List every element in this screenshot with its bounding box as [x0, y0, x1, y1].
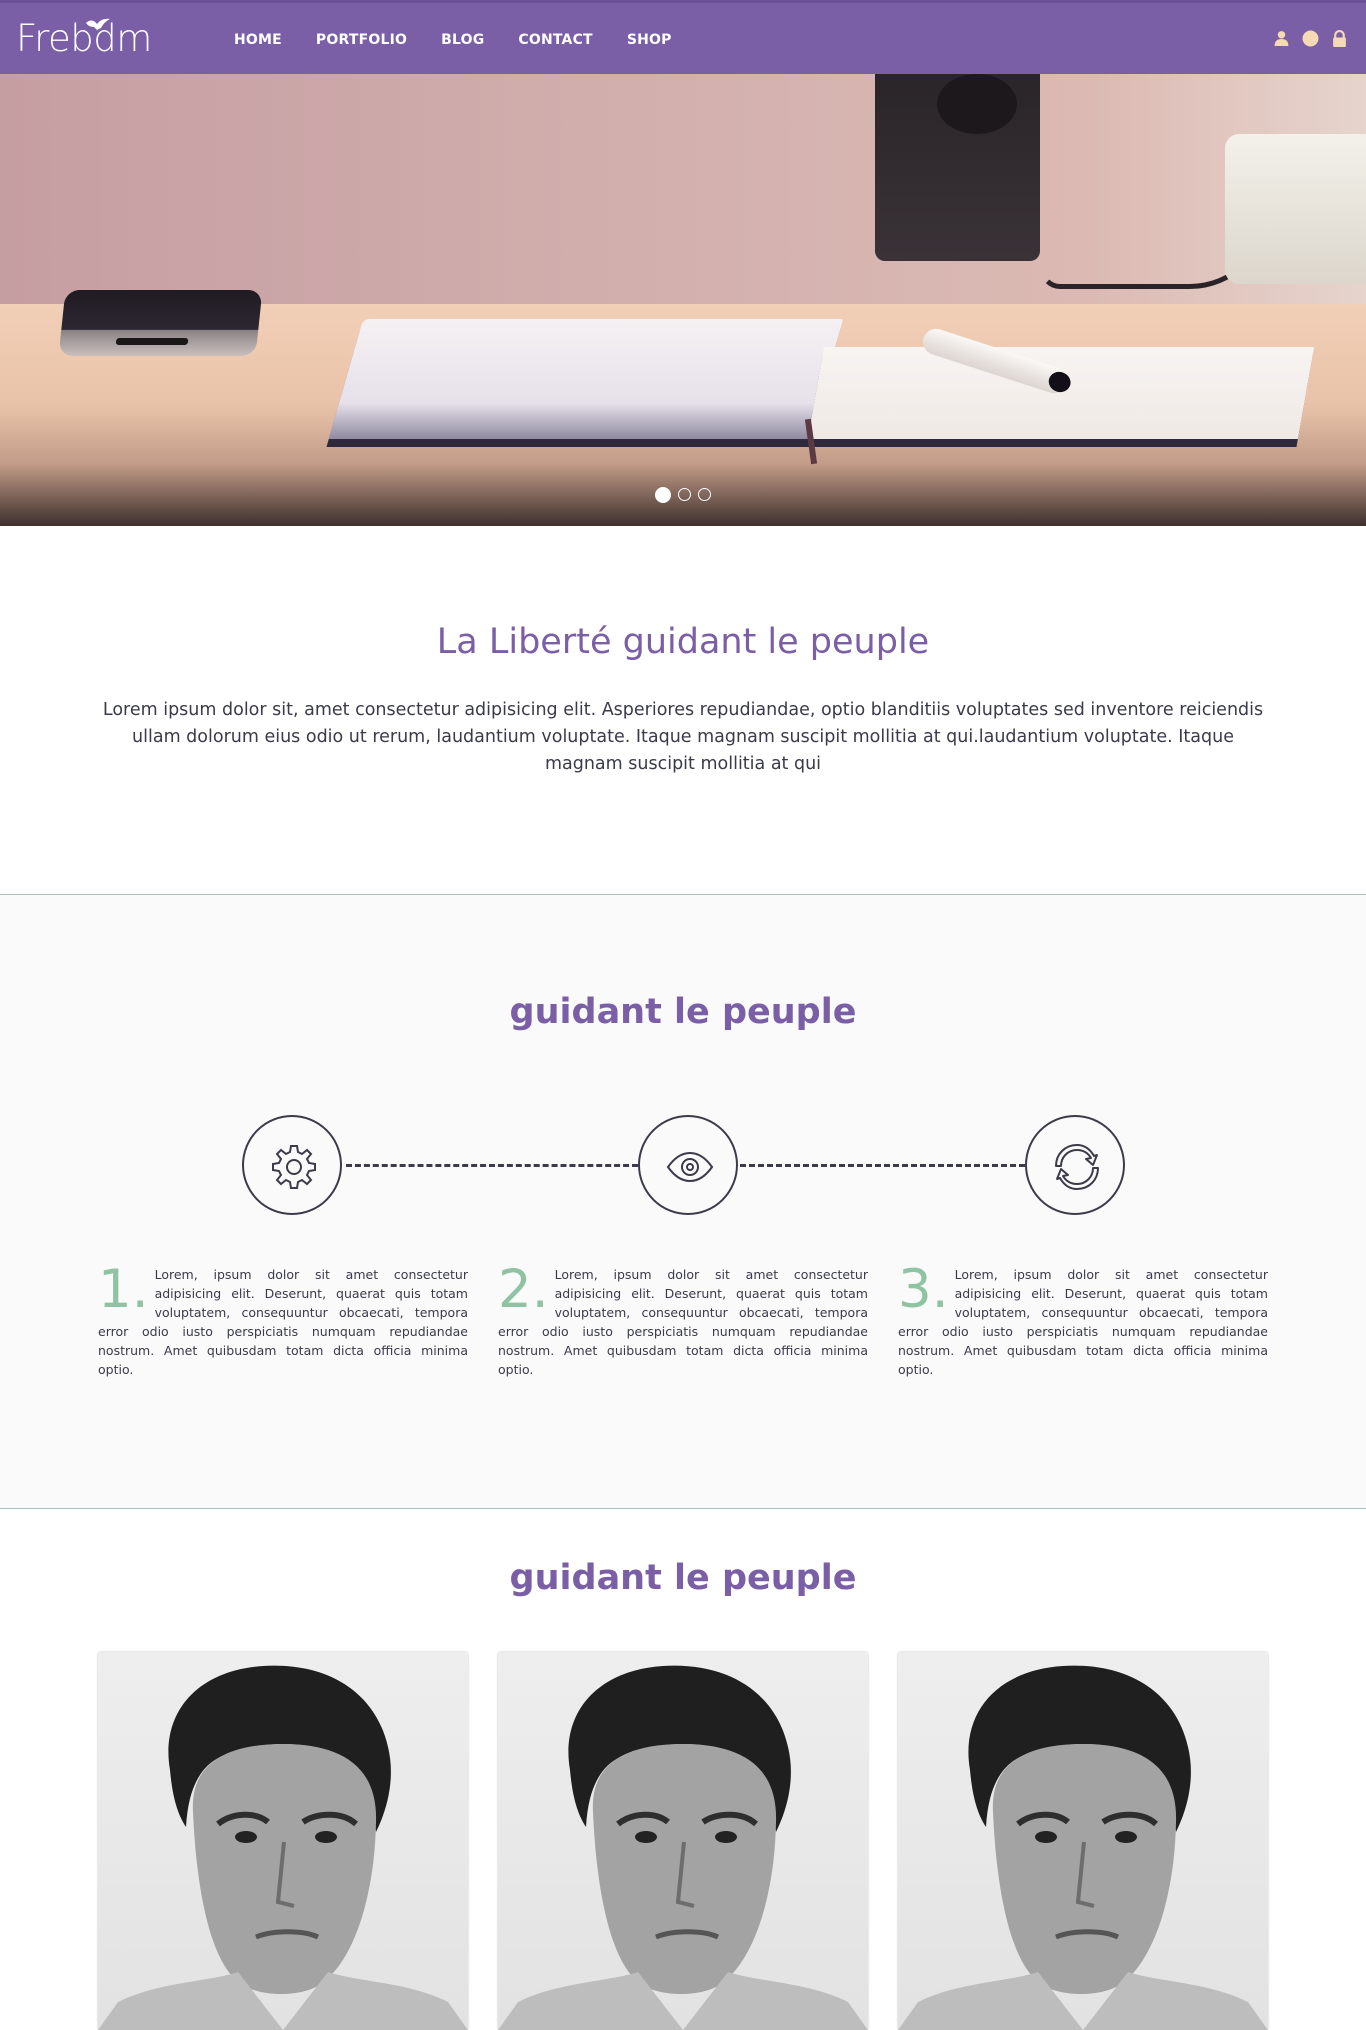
- gear-icon: [272, 1145, 316, 1189]
- step-1-number: 1.: [98, 1259, 149, 1320]
- main-nav: HOME PORTFOLIO BLOG CONTACT SHOP: [217, 3, 689, 77]
- nav-contact[interactable]: CONTACT: [501, 3, 609, 77]
- portrait-image: [898, 1665, 1268, 2030]
- circle-icon[interactable]: [1302, 30, 1319, 47]
- user-icon[interactable]: [1273, 30, 1290, 47]
- slider-dot-3[interactable]: [698, 488, 711, 501]
- process-title: guidant le peuple: [509, 992, 857, 1032]
- step-2: 2. Lorem, ipsum dolor sit amet consectet…: [498, 1259, 868, 1379]
- portrait-image: [98, 1665, 468, 2030]
- navbar: Frebdm HOME PORTFOLIO BLOG CONTACT SHOP: [0, 0, 1366, 77]
- lock-icon[interactable]: [1331, 30, 1348, 47]
- intro-title: La Liberté guidant le peuple: [436, 622, 930, 662]
- step-1-circle: [242, 1115, 342, 1215]
- step-2-circle: [638, 1115, 738, 1215]
- device-image: [1225, 134, 1366, 284]
- nav-blog[interactable]: BLOG: [424, 3, 501, 77]
- step-3: 3. Lorem, ipsum dolor sit amet consectet…: [898, 1259, 1268, 1379]
- nav-icons: [1273, 30, 1348, 47]
- slider-dot-1[interactable]: [655, 487, 671, 503]
- bird-icon: [86, 18, 110, 30]
- nav-portfolio[interactable]: PORTFOLIO: [299, 3, 424, 77]
- intro-text: Lorem ipsum dolor sit, amet consectetur …: [102, 700, 1264, 774]
- connector-line-1: [346, 1164, 638, 1167]
- phone-image: [58, 290, 263, 356]
- team-card-3[interactable]: [898, 1652, 1268, 2030]
- team-card-2[interactable]: [498, 1652, 868, 2030]
- slider-dot-2[interactable]: [678, 488, 691, 501]
- step-2-number: 2.: [498, 1259, 549, 1320]
- speaker-image: [875, 74, 1040, 261]
- step-3-circle: [1025, 1115, 1125, 1215]
- refresh-icon: [1055, 1144, 1099, 1190]
- step-3-number: 3.: [898, 1259, 949, 1320]
- connector-line-2: [740, 1164, 1025, 1167]
- step-1: 1. Lorem, ipsum dolor sit amet consectet…: [98, 1259, 468, 1379]
- nav-home[interactable]: HOME: [217, 3, 299, 77]
- notebook-image: [328, 319, 1315, 465]
- nav-shop[interactable]: SHOP: [610, 3, 689, 77]
- portrait-image: [498, 1665, 868, 2030]
- slider-dots: [0, 487, 1366, 503]
- eye-icon: [666, 1151, 714, 1183]
- team-title: guidant le peuple: [509, 1558, 857, 1598]
- team-card-1[interactable]: [98, 1652, 468, 2030]
- hero-slider: [0, 74, 1366, 526]
